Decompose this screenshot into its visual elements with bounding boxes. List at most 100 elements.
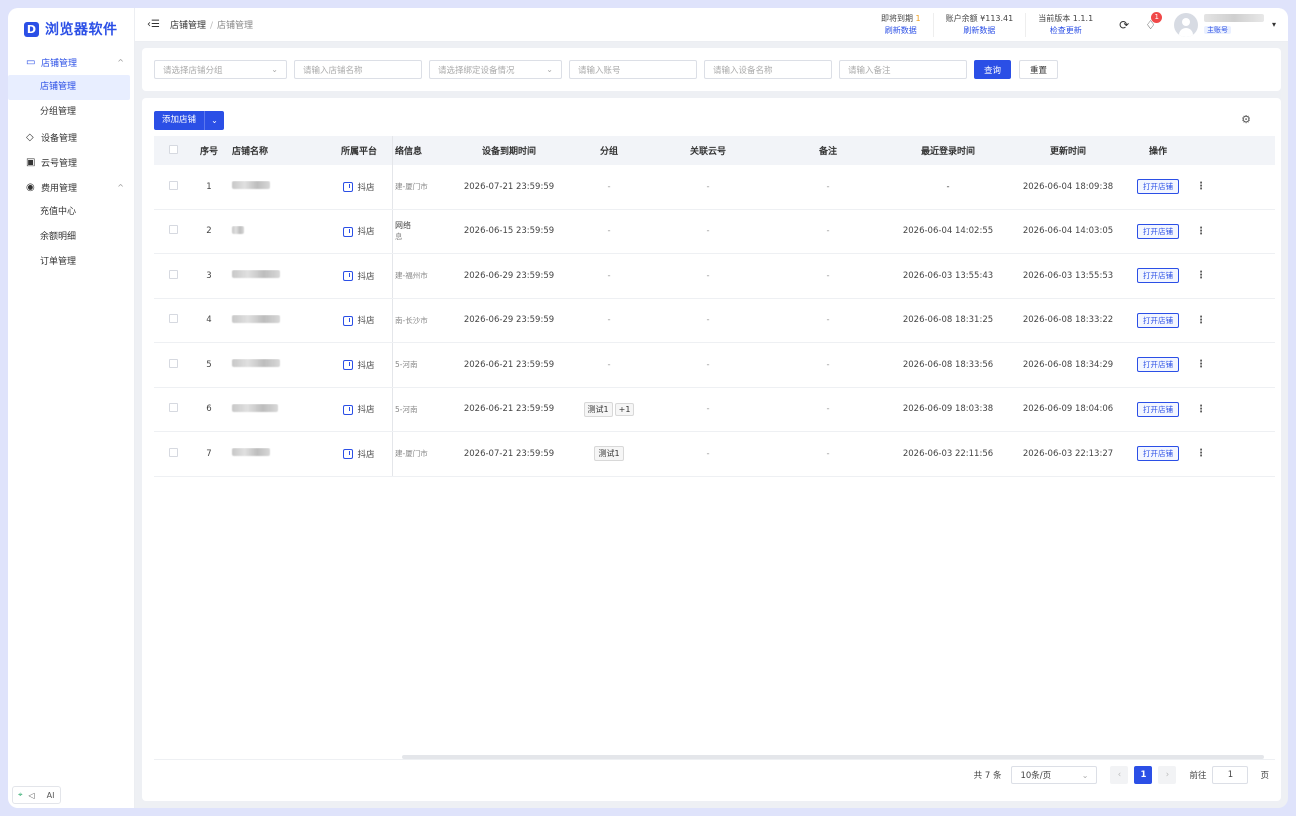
cell-store-name-blurred <box>226 448 326 459</box>
table-row[interactable]: 5 抖店 5-河南 2026-06-21 23:59:59 - - - 2026-06-08 … <box>154 343 1275 388</box>
user-info[interactable]: 主账号 <box>1203 13 1264 36</box>
chevron-down-icon[interactable]: ⌄ <box>205 111 224 130</box>
col-network-label: 络信息 <box>395 147 423 157</box>
group-select-placeholder: 请选择店铺分组 <box>163 65 223 76</box>
account-input[interactable]: 请输入账号 <box>569 60 697 79</box>
refresh-expiring-link[interactable]: 刷新数据 <box>881 25 921 37</box>
more-actions-icon[interactable]: ⋮ <box>1192 448 1210 459</box>
cell-cloud: - <box>706 315 710 326</box>
more-actions-icon[interactable]: ⋮ <box>1192 270 1210 281</box>
prev-page-button[interactable]: ‹ <box>1110 766 1129 784</box>
more-actions-icon[interactable]: ⋮ <box>1192 359 1210 370</box>
device-name-placeholder: 请输入设备名称 <box>713 65 773 76</box>
cell-network-info: 建-福州市 <box>392 254 444 298</box>
sidebar-group-store[interactable]: ▭ 店铺管理 ^ <box>8 50 134 75</box>
refresh-balance-link[interactable]: 刷新数据 <box>946 25 1014 37</box>
network-line: 网络 <box>395 221 411 231</box>
pin-icon[interactable]: ⌖ <box>18 790 23 800</box>
caret-down-icon[interactable]: ▾ <box>1272 20 1276 29</box>
cell-group: - <box>607 270 611 281</box>
group-select[interactable]: 请选择店铺分组 ⌄ <box>154 60 287 79</box>
device-state-select[interactable]: 请选择绑定设备情况 ⌄ <box>429 60 562 79</box>
cell-store-name-blurred <box>226 270 326 281</box>
table-row[interactable]: 3 抖店 建-福州市 2026-06-29 23:59:59 - - - 2026-06-03… <box>154 254 1275 299</box>
cell-updated: 2026-06-09 18:04:06 <box>1022 404 1114 415</box>
collapse-menu-icon[interactable]: ‹☰ <box>147 19 160 30</box>
sidebar-item-balance-detail[interactable]: 余额明细 <box>8 225 134 250</box>
sidebar-item-orders[interactable]: 订单管理 <box>8 250 134 275</box>
row-checkbox[interactable] <box>154 403 192 415</box>
cell-expire: 2026-06-29 23:59:59 <box>463 270 555 281</box>
open-store-button[interactable]: 打开店铺 <box>1137 446 1179 462</box>
headset-icon[interactable]: ⟳ <box>1119 18 1129 32</box>
avatar[interactable] <box>1173 12 1198 37</box>
open-store-button[interactable]: 打开店铺 <box>1137 312 1179 328</box>
row-checkbox[interactable] <box>154 225 192 237</box>
ai-icon[interactable]: AI <box>47 791 55 800</box>
network-location: 建-厦门市 <box>395 182 428 192</box>
sidebar-item-recharge[interactable]: 充值中心 <box>8 200 134 225</box>
more-actions-icon[interactable]: ⋮ <box>1192 404 1210 415</box>
group-tag[interactable]: 测试1 <box>583 401 613 417</box>
more-actions-icon[interactable]: ⋮ <box>1192 181 1210 192</box>
more-actions-icon[interactable]: ⋮ <box>1192 315 1210 326</box>
check-update-link[interactable]: 检查更新 <box>1038 25 1093 37</box>
page-size-select[interactable]: 10条/页 ⌄ <box>1011 766 1098 784</box>
next-page-button[interactable]: › <box>1158 766 1177 784</box>
search-button[interactable]: 查询 <box>974 60 1012 79</box>
group-tag[interactable]: 测试1 <box>594 446 624 462</box>
expiring-label: 即将到期 <box>880 13 913 23</box>
store-name-input[interactable]: 请输入店铺名称 <box>294 60 422 79</box>
cell-store-name-blurred <box>226 181 326 192</box>
reset-button[interactable]: 重置 <box>1019 60 1059 79</box>
column-settings-icon[interactable]: ⚙ <box>1241 113 1251 126</box>
bell-icon[interactable]: ♢ 1 <box>1145 11 1163 32</box>
table-body: 1 抖店 建-厦门市 2026-07-21 23:59:59- - - -2026-06-0… <box>154 165 1275 477</box>
douyin-shop-icon <box>343 404 354 415</box>
cell-last-login: 2026-06-08 18:31:25 <box>902 315 994 326</box>
table-row[interactable]: 2 抖店 网络息 2026-06-15 23:59:59 - - - 2026-06-04 1… <box>154 209 1275 254</box>
more-actions-icon[interactable]: ⋮ <box>1192 226 1210 237</box>
table-row[interactable]: 6 抖店 5-河南 2026-06-21 23:59:59 测试1 +1 - - 2026-06… <box>154 387 1275 432</box>
sidebar-item-store-manage[interactable]: 店铺管理 <box>8 75 130 100</box>
cell-actions: 打开店铺 <box>1124 446 1192 462</box>
sidebar-group-device[interactable]: ◇ 设备管理 <box>8 125 134 150</box>
table-row[interactable]: 1 抖店 建-厦门市 2026-07-21 23:59:59 - - - - 2026-06-0… <box>154 165 1275 210</box>
group-tag[interactable]: +1 <box>614 402 635 416</box>
cell-note: - <box>826 315 830 326</box>
goto-page-input[interactable]: 1 <box>1212 766 1249 784</box>
cell-cloud: - <box>706 359 710 370</box>
cell-platform: 抖店 <box>326 270 392 282</box>
sidebar-item-group-manage[interactable]: 分组管理 <box>8 100 134 125</box>
group-tags: 测试1 +1 <box>574 401 644 417</box>
open-store-button[interactable]: 打开店铺 <box>1137 179 1179 195</box>
row-checkbox[interactable] <box>154 358 192 371</box>
sidebar-group-cloud[interactable]: ▣ 云号管理 <box>8 150 134 175</box>
app-logo[interactable]: D 浏览器软件 <box>8 8 134 50</box>
row-checkbox[interactable] <box>154 180 192 193</box>
row-checkbox[interactable] <box>154 269 192 282</box>
open-store-button[interactable]: 打开店铺 <box>1137 357 1179 373</box>
app-window: D 浏览器软件 ▭ 店铺管理 ^ 店铺管理 分组管理 ◇ 设备管理 ▣ 云号管理… <box>8 8 1288 808</box>
open-store-button[interactable]: 打开店铺 <box>1137 401 1179 417</box>
cell-index: 1 <box>206 181 212 192</box>
sidebar-group-fee[interactable]: ◉ 费用管理 ^ <box>8 175 134 200</box>
note-input[interactable]: 请输入备注 <box>839 60 967 79</box>
device-name-input[interactable]: 请输入设备名称 <box>704 60 832 79</box>
page-number-current[interactable]: 1 <box>1134 766 1153 784</box>
row-checkbox[interactable] <box>154 314 192 326</box>
cell-note: - <box>826 226 830 237</box>
open-store-button[interactable]: 打开店铺 <box>1137 268 1179 284</box>
send-icon[interactable]: ◁ <box>29 791 35 800</box>
table-row[interactable]: 7 抖店 建-厦门市 2026-07-21 23:59:59 测试1 - - 2026-06-… <box>154 432 1275 477</box>
add-store-button[interactable]: 添加店铺 <box>154 111 206 130</box>
sidebar-group-label: 云号管理 <box>41 159 78 169</box>
row-checkbox[interactable] <box>154 447 192 460</box>
table-row[interactable]: 4 抖店 南-长沙市 2026-06-29 23:59:59 - - - 2026-06-08… <box>154 298 1275 343</box>
open-store-button[interactable]: 打开店铺 <box>1137 223 1179 239</box>
cell-store-name-blurred <box>226 403 326 415</box>
cell-index: 7 <box>206 448 212 459</box>
select-all-checkbox[interactable] <box>154 144 192 157</box>
breadcrumb-item[interactable]: 店铺管理 <box>170 21 206 31</box>
expiring-stat: 即将到期 1 刷新数据 <box>869 13 933 37</box>
